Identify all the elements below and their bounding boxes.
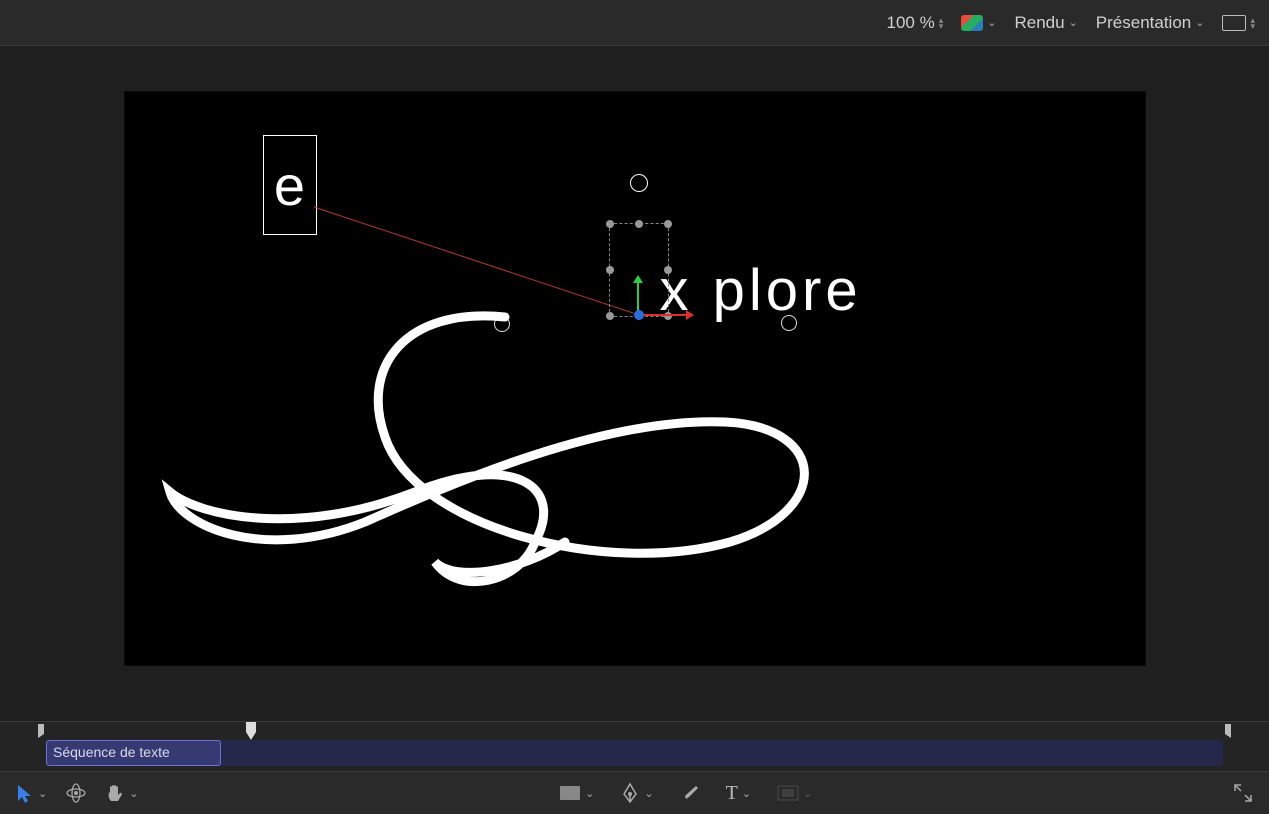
color-profile-dropdown[interactable]: ⌄ <box>961 15 996 31</box>
resize-handle[interactable] <box>664 266 672 274</box>
hand-icon <box>105 783 125 803</box>
isolated-glyph: e <box>274 153 305 218</box>
canvas-toolbar: ⌄ ⌄ ⌄ ⌄ T ⌄ ⌄ <box>0 771 1269 814</box>
pen-tool[interactable]: ⌄ <box>620 782 653 804</box>
chevron-down-icon: ⌄ <box>1069 16 1078 29</box>
pan-tool[interactable]: ⌄ <box>105 783 138 803</box>
rectangle-tool[interactable]: ⌄ <box>559 785 594 801</box>
rotation-handle[interactable] <box>630 174 648 192</box>
keyframe-marker[interactable] <box>494 316 510 332</box>
pen-nib-icon <box>620 782 640 804</box>
selection-tool[interactable]: ⌄ <box>16 783 47 803</box>
chevron-down-icon: ⌄ <box>1195 16 1204 29</box>
chevron-down-icon: ⌄ <box>803 787 812 800</box>
in-point-marker[interactable] <box>38 724 46 738</box>
glyph-selection-box[interactable]: e <box>263 135 317 235</box>
chevron-down-icon: ⌄ <box>585 787 594 800</box>
arrow-cursor-icon <box>16 783 34 803</box>
chevron-down-icon: ⌄ <box>742 787 751 800</box>
x-axis-arrow[interactable] <box>639 314 693 316</box>
resize-handle[interactable] <box>664 220 672 228</box>
text-tool[interactable]: T ⌄ <box>726 782 751 805</box>
timeline-track[interactable]: Séquence de texte <box>46 740 1223 766</box>
chevron-down-icon: ⌄ <box>129 787 138 800</box>
zoom-level-stepper[interactable]: 100 % ▴▾ <box>887 13 944 33</box>
chevron-down-icon: ⌄ <box>987 16 996 29</box>
presentation-dropdown[interactable]: Présentation ⌄ <box>1096 13 1205 33</box>
expand-viewer-button[interactable] <box>1233 783 1253 803</box>
canvas[interactable]: e x plore <box>124 91 1146 666</box>
mask-tool[interactable]: ⌄ <box>777 785 812 801</box>
mini-timeline: Séquence de texte <box>0 721 1269 771</box>
transform-origin-handle[interactable] <box>634 310 644 320</box>
aspect-box-icon <box>1222 15 1246 31</box>
3d-transform-tool[interactable] <box>65 782 87 804</box>
zoom-value: 100 % <box>887 13 935 33</box>
transform-bounding-box[interactable] <box>609 223 669 317</box>
playhead[interactable] <box>246 722 256 740</box>
color-swatch-icon <box>961 15 983 31</box>
chevron-down-icon: ⌄ <box>38 787 47 800</box>
resize-handle[interactable] <box>606 220 614 228</box>
resize-handle[interactable] <box>606 266 614 274</box>
viewer-top-toolbar: 100 % ▴▾ ⌄ Rendu ⌄ Présentation ⌄ ▴▾ <box>0 0 1269 46</box>
canvas-viewport: e x plore <box>0 46 1269 716</box>
clip-label: Séquence de texte <box>53 744 170 760</box>
rectangle-icon <box>559 785 581 801</box>
stepper-arrows-icon: ▴▾ <box>939 17 944 29</box>
y-axis-arrow[interactable] <box>637 276 639 314</box>
stepper-arrows-icon: ▴▾ <box>1250 17 1255 29</box>
resize-handle[interactable] <box>606 312 614 320</box>
expand-icon <box>1233 783 1253 803</box>
paint-tool[interactable] <box>680 783 700 803</box>
chevron-down-icon: ⌄ <box>644 787 653 800</box>
mask-frame-icon <box>777 785 799 801</box>
text-tool-icon: T <box>726 782 738 805</box>
render-label: Rendu <box>1014 13 1064 33</box>
shape-tools-group: ⌄ ⌄ T ⌄ ⌄ <box>559 782 812 805</box>
resize-handle[interactable] <box>635 220 643 228</box>
aspect-ratio-dropdown[interactable]: ▴▾ <box>1222 15 1255 31</box>
orbit-icon <box>65 782 87 804</box>
brush-icon <box>680 783 700 803</box>
timeline-ruler[interactable] <box>0 722 1269 740</box>
text-sequence-clip[interactable]: Séquence de texte <box>46 740 221 766</box>
render-dropdown[interactable]: Rendu ⌄ <box>1014 13 1077 33</box>
out-point-marker[interactable] <box>1223 724 1231 738</box>
presentation-label: Présentation <box>1096 13 1191 33</box>
